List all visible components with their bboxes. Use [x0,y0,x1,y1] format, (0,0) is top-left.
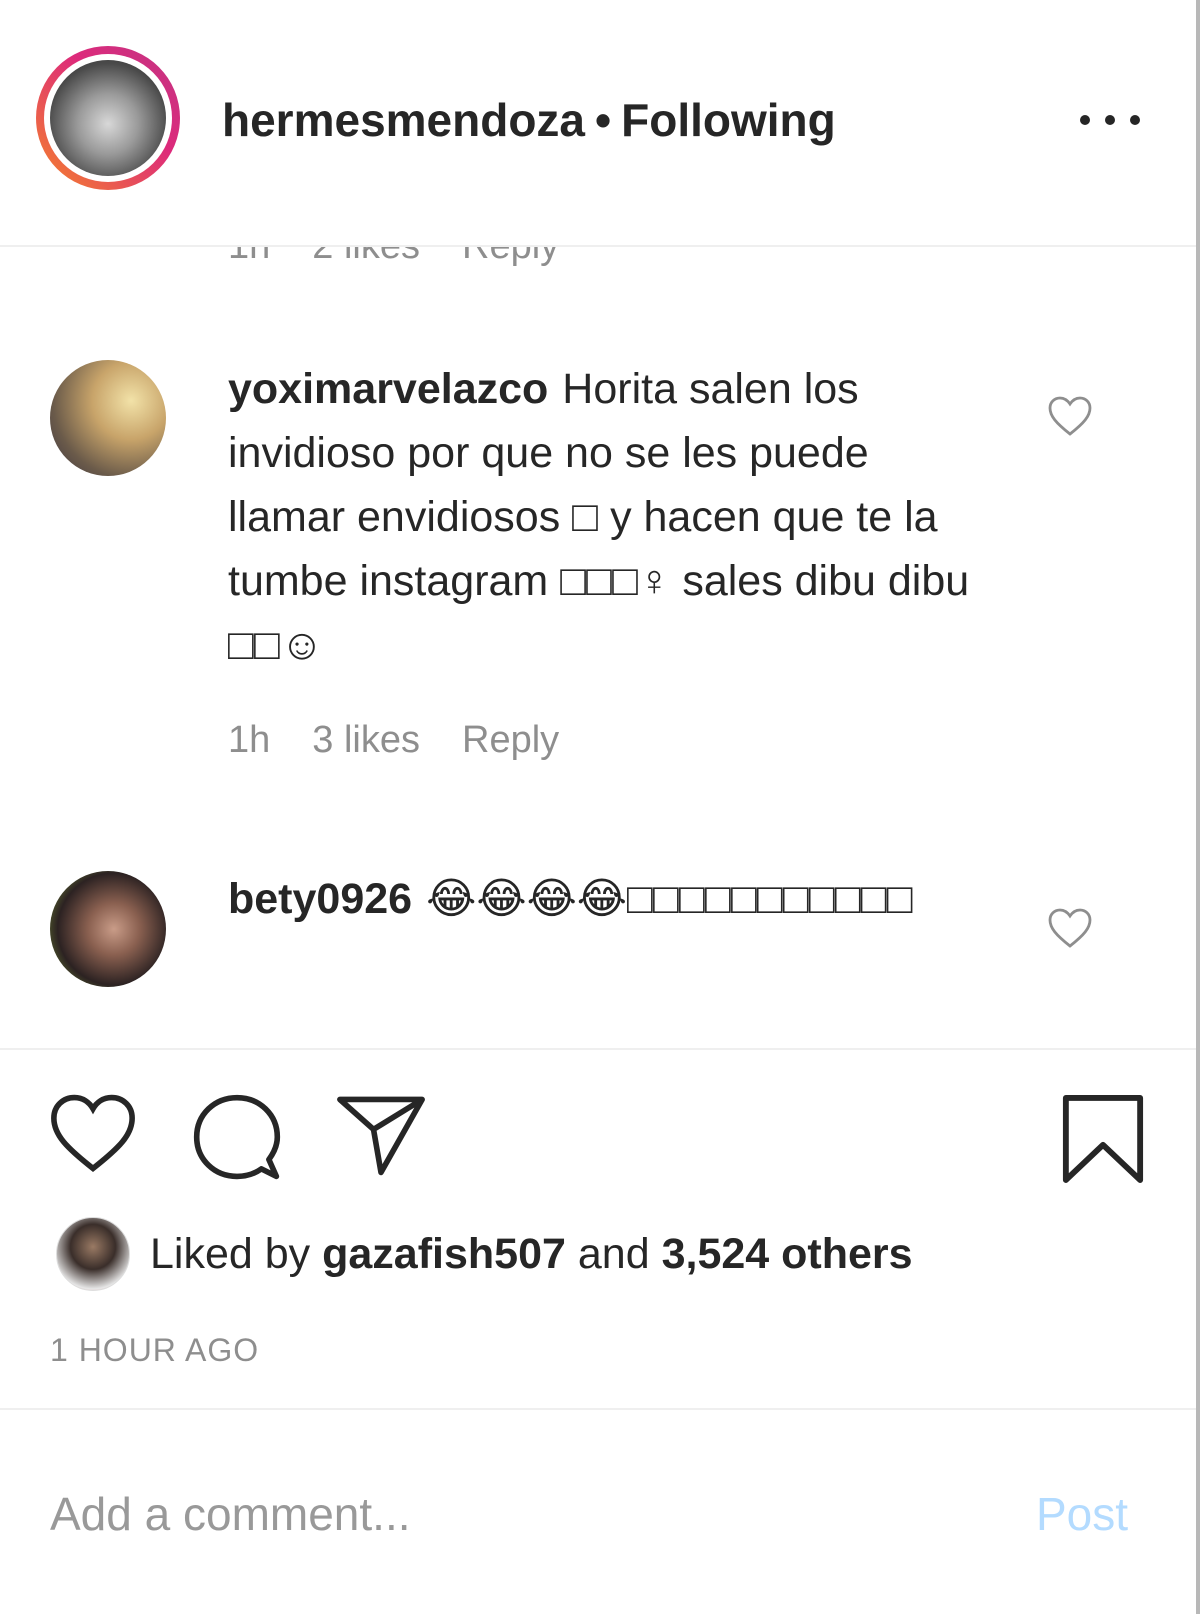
comment-meta: 1h 3 likes Reply [228,717,601,763]
liked-by-text: Liked by gazafish507 and 3,524 others [150,1230,913,1278]
reply-button[interactable]: Reply [462,719,559,761]
comment-text: 😂😂😂😂□□□□□□□□□□□ [426,875,913,923]
comment-divider [0,1408,1196,1410]
post-panel: hermesmendoza•Following 1h 2 likes Reply y… [0,0,1200,1614]
header-separator: • [595,94,612,146]
comment-like-icon[interactable] [1046,393,1094,437]
commenter-avatar[interactable] [50,360,166,476]
author-avatar-image [50,60,166,176]
heart-icon[interactable] [48,1092,138,1174]
author-username[interactable]: hermesmendoza [222,94,585,146]
comment-body: yoximarvelazco Horita salen los invidioso… [228,357,988,677]
liker-username[interactable]: gazafish507 [322,1230,566,1278]
author-avatar[interactable] [36,46,180,190]
comment-icon[interactable] [192,1092,282,1182]
comment-likes[interactable]: 3 likes [312,719,420,761]
share-icon[interactable] [336,1092,426,1178]
post-timestamp[interactable]: 1 HOUR AGO [50,1332,259,1369]
reply-button[interactable]: Reply [462,247,559,267]
comment-time: 1h [228,719,271,761]
header-title: hermesmendoza • Following [222,92,836,148]
commenter-username[interactable]: yoximarvelazco [228,365,548,413]
comment-time: 1h [228,247,270,267]
comment-body: bety0926 😂😂😂😂□□□□□□□□□□□ [228,867,988,931]
follow-status[interactable]: Following [621,94,836,146]
post-header: hermesmendoza • Following [0,0,1196,247]
post-button[interactable]: Post [1036,1484,1128,1544]
comment-likes[interactable]: 2 likes [312,247,420,267]
liked-by-row: Liked by gazafish507 and 3,524 others [56,1216,913,1292]
bookmark-icon[interactable] [1060,1092,1146,1186]
comment-like-icon[interactable] [1046,905,1094,949]
comment-meta-partial: 1h 2 likes Reply [228,247,601,269]
commenter-avatar[interactable] [50,871,166,987]
add-comment-input[interactable] [50,1484,990,1544]
comments-list[interactable]: 1h 2 likes Reply yoximarvelazcoHorita sale… [0,247,1196,1047]
more-options-icon[interactable] [1080,100,1140,140]
liker-avatar[interactable] [56,1217,130,1291]
likes-count[interactable]: 3,524 others [662,1230,913,1278]
actions-divider [0,1048,1196,1050]
commenter-username[interactable]: bety0926 [228,875,412,923]
